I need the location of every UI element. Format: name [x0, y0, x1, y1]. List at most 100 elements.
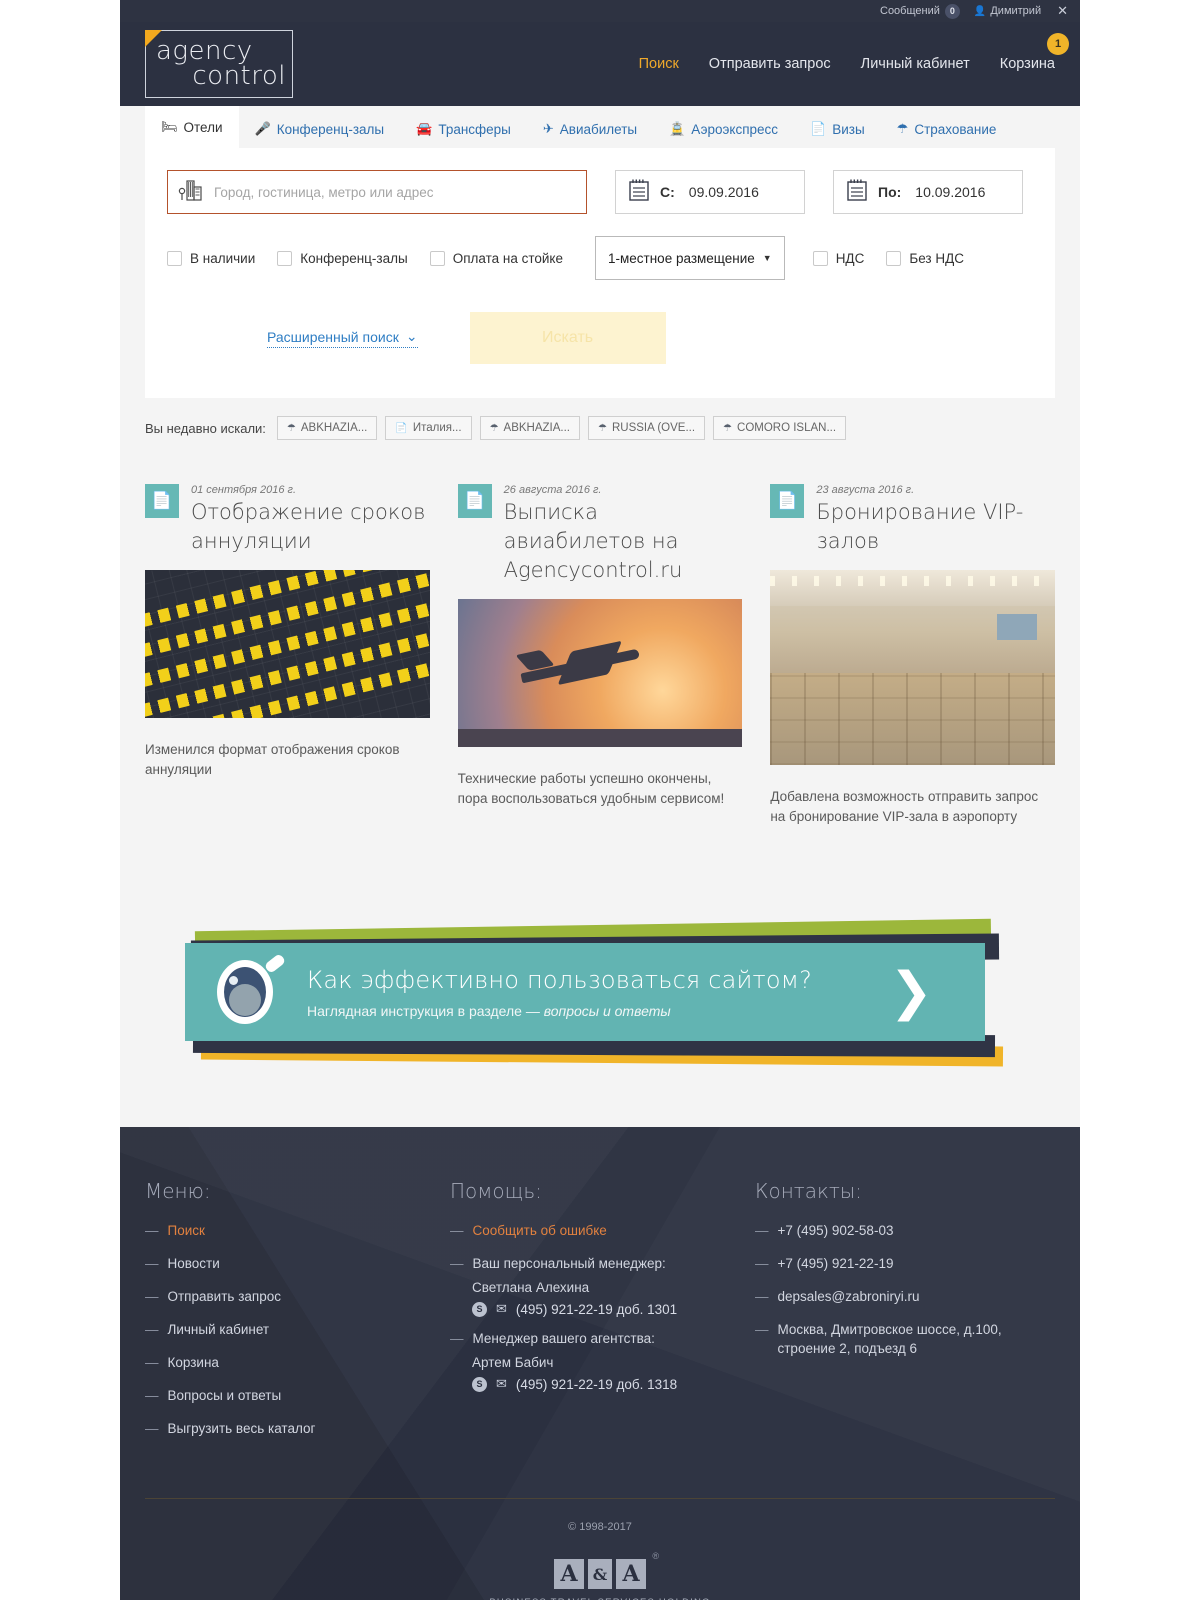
- footer-link-search[interactable]: — Поиск: [145, 1221, 450, 1240]
- tab-transfers[interactable]: 🚘 Трансферы: [400, 110, 527, 148]
- footer-link-faq-label[interactable]: Вопросы и ответы: [168, 1386, 282, 1405]
- lounge-chairs: [770, 673, 1056, 765]
- recent-chip-4[interactable]: ☂ RUSSIA (OVE...: [588, 416, 706, 440]
- news-card[interactable]: 📄 23 августа 2016 г. Бронирование VIP-за…: [770, 484, 1056, 827]
- nav-item-account[interactable]: Личный кабинет: [861, 56, 970, 72]
- nav-item-send-request[interactable]: Отправить запрос: [709, 56, 831, 72]
- skype-icon[interactable]: S: [472, 1376, 487, 1392]
- umbrella-icon: ☂: [896, 121, 909, 136]
- tab-aeroexpress-label: Аэроэкспресс: [691, 121, 779, 137]
- messages-indicator[interactable]: Сообщений 0: [880, 3, 960, 19]
- footer-link-account-label[interactable]: Личный кабинет: [168, 1320, 270, 1339]
- footer-link-faq[interactable]: — Вопросы и ответы: [145, 1386, 450, 1405]
- news-list: 📄 01 сентября 2016 г. Отображение сроков…: [145, 484, 1056, 827]
- nav-item-cart-wrapper: Корзина 1: [1000, 33, 1069, 72]
- news-card-title: Бронирование VIP-залов: [816, 500, 1024, 553]
- tab-hotels[interactable]: 🛏 Отели: [145, 106, 239, 148]
- nav-item-search[interactable]: Поиск: [639, 56, 679, 72]
- footer-link-account[interactable]: — Личный кабинет: [145, 1320, 450, 1339]
- footer-contact-phone-1[interactable]: — +7 (495) 902-58-03: [755, 1221, 1055, 1240]
- checkbox-conference-halls[interactable]: Конференц-залы: [277, 250, 408, 266]
- user-menu[interactable]: 👤 Димитрий: [974, 5, 1041, 17]
- tab-visas-label: Визы: [832, 121, 865, 137]
- recent-chip-3[interactable]: ☂ ABKHAZIA...: [479, 416, 580, 440]
- recent-chip-5[interactable]: ☂ COMORO ISLAN...: [713, 416, 847, 440]
- tab-conference-halls-label: Конференц-залы: [276, 121, 385, 137]
- checkbox-no-vat-box[interactable]: [886, 250, 902, 266]
- dash-icon: —: [450, 1331, 464, 1346]
- tab-transfers-label: Трансферы: [438, 121, 511, 137]
- footer-link-send-request-label[interactable]: Отправить запрос: [168, 1287, 281, 1306]
- checkbox-no-vat[interactable]: Без НДС: [886, 250, 964, 266]
- footer-contact-phone-2[interactable]: — +7 (495) 921-22-19: [755, 1254, 1055, 1273]
- news-card-text: Изменился формат отображения сроков анну…: [145, 742, 400, 777]
- checkbox-vat[interactable]: НДС: [812, 250, 864, 266]
- envelope-icon[interactable]: ✉: [496, 1301, 507, 1317]
- tab-conference-halls[interactable]: 🎤 Конференц-залы: [239, 110, 401, 148]
- plane-icon: ✈: [542, 121, 554, 136]
- news-card-date: 23 августа 2016 г.: [816, 484, 915, 496]
- tab-air-tickets[interactable]: ✈ Авиабилеты: [527, 110, 653, 148]
- chevron-right-icon[interactable]: ❯: [889, 966, 933, 1018]
- date-from-label: С:: [660, 184, 675, 200]
- occupancy-select[interactable]: 1-местное размещение ▼: [595, 236, 785, 280]
- footer-link-search-label[interactable]: Поиск: [168, 1221, 205, 1240]
- footer-contact-address: — Москва, Дмитровское шоссе, д.100, стро…: [755, 1320, 1055, 1358]
- tab-visas[interactable]: 📄 Визы: [794, 110, 881, 148]
- holding-logo-a1: A: [554, 1559, 584, 1589]
- checkbox-pay-at-desk[interactable]: Оплата на стойке: [429, 250, 563, 266]
- calendar-icon: [846, 178, 868, 207]
- search-submit-button[interactable]: Искать: [469, 312, 666, 364]
- logo[interactable]: agency control: [145, 30, 293, 98]
- footer-personal-manager-name: Светлана Алехина: [472, 1280, 590, 1295]
- news-card-image: [145, 570, 430, 718]
- browser-left-margin: [0, 0, 120, 1600]
- city-input-placeholder: Город, гостиница, метро или адрес: [214, 184, 434, 200]
- footer-report-error[interactable]: — Сообщить об ошибке: [450, 1221, 755, 1240]
- nav-item-cart[interactable]: Корзина: [1000, 56, 1055, 72]
- footer-agency-manager-label: — Менеджер вашего агентства:: [450, 1329, 755, 1348]
- checkbox-no-vat-label: Без НДС: [909, 250, 964, 266]
- dash-icon: —: [755, 1223, 769, 1238]
- footer-personal-manager-contact: S ✉ (495) 921-22-19 доб. 1301: [472, 1301, 755, 1317]
- document-icon: 📄: [395, 422, 408, 434]
- search-panel-wrapper: 🛏 Отели 🎤 Конференц-залы 🚘 Трансферы ✈ А…: [120, 106, 1080, 398]
- checkbox-vat-box[interactable]: [812, 250, 828, 266]
- news-card-header: 📄 26 августа 2016 г. Выписка авиабилетов…: [457, 484, 743, 585]
- footer-link-news[interactable]: — Новости: [145, 1254, 450, 1273]
- tab-insurance[interactable]: ☂ Страхование: [881, 110, 1013, 148]
- checkbox-pay-at-desk-label: Оплата на стойке: [452, 250, 563, 266]
- footer-report-error-label[interactable]: Сообщить об ошибке: [473, 1221, 607, 1240]
- holding-logo-boxes: A & A ®: [554, 1551, 659, 1589]
- checkbox-available[interactable]: В наличии: [167, 250, 255, 266]
- city-input-wrapper[interactable]: Город, гостиница, метро или адрес: [167, 170, 587, 214]
- date-from-field[interactable]: С: 09.09.2016: [615, 170, 805, 214]
- date-to-field[interactable]: По: 10.09.2016: [833, 170, 1023, 214]
- recent-chip-1[interactable]: ☂ ABKHAZIA...: [276, 416, 378, 440]
- news-card-title: Выписка авиабилетов на Agencycontrol.ru: [503, 500, 683, 582]
- footer-link-export-catalog[interactable]: — Выгрузить весь каталог: [145, 1419, 450, 1438]
- promo-card[interactable]: Как эффективно пользоваться сайтом? Нагл…: [185, 943, 985, 1041]
- tab-aeroexpress[interactable]: 🚊 Аэроэкспресс: [653, 110, 794, 148]
- close-icon[interactable]: ✕: [1055, 3, 1070, 19]
- advanced-search-toggle[interactable]: Расширенный поиск ⌄: [267, 328, 418, 348]
- promo-section: Как эффективно пользоваться сайтом? Нагл…: [120, 827, 1080, 1127]
- news-card[interactable]: 📄 26 августа 2016 г. Выписка авиабилетов…: [457, 484, 743, 827]
- document-icon: 📄: [457, 484, 492, 518]
- checkbox-pay-at-desk-box[interactable]: [429, 250, 445, 266]
- footer-link-news-label[interactable]: Новости: [168, 1254, 220, 1273]
- checkbox-available-box[interactable]: [167, 250, 182, 266]
- news-card[interactable]: 📄 01 сентября 2016 г. Отображение сроков…: [145, 484, 430, 827]
- recent-chip-2-label: Италия...: [412, 422, 462, 434]
- footer-link-export-catalog-label[interactable]: Выгрузить весь каталог: [168, 1419, 316, 1438]
- footer-link-cart-label[interactable]: Корзина: [168, 1353, 219, 1372]
- footer-link-send-request[interactable]: — Отправить запрос: [145, 1287, 450, 1306]
- checkbox-conference-halls-label: Конференц-залы: [300, 250, 408, 266]
- checkbox-conference-halls-box[interactable]: [277, 250, 293, 266]
- footer-link-cart[interactable]: — Корзина: [145, 1353, 450, 1372]
- recent-chip-2[interactable]: 📄 Италия...: [385, 416, 472, 440]
- envelope-icon[interactable]: ✉: [496, 1376, 507, 1392]
- footer-contact-email[interactable]: — depsales@zabroniryi.ru: [755, 1287, 1055, 1306]
- top-utility-bar: Сообщений 0 👤 Димитрий ✕: [120, 0, 1080, 22]
- skype-icon[interactable]: S: [472, 1301, 487, 1317]
